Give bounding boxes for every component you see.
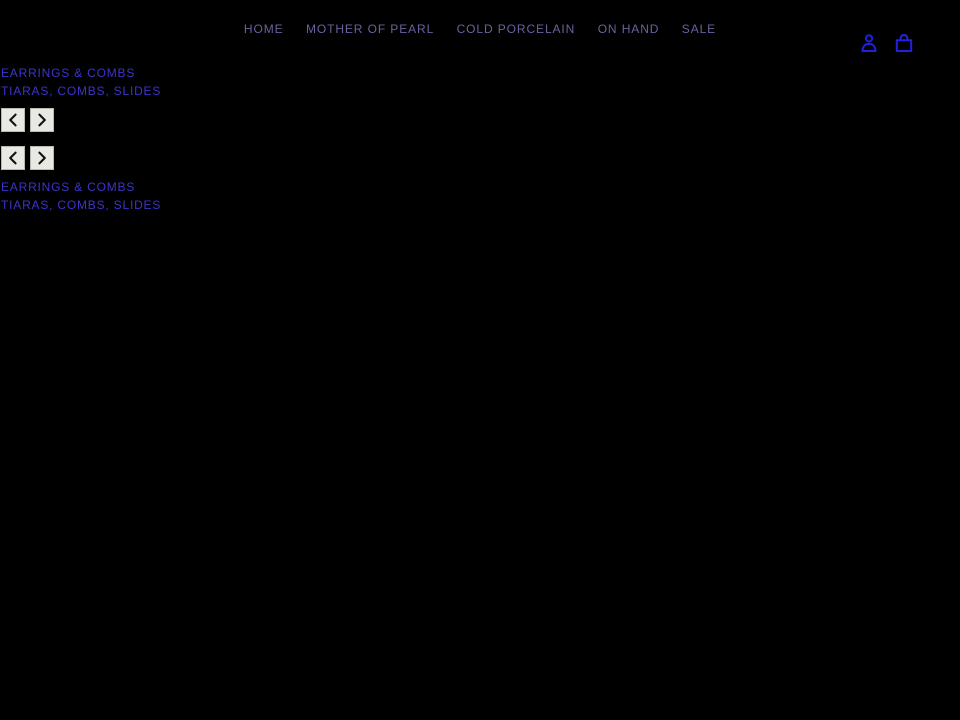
utility-icon-group	[859, 33, 914, 53]
category-link-tiaras-combs-slides[interactable]: TIARAS, COMBS, SLIDES	[0, 196, 480, 214]
carousel-controls-bottom	[0, 146, 480, 170]
main-content: EARRINGS & COMBS TIARAS, COMBS, SLIDES E…	[0, 64, 480, 214]
carousel-next-button[interactable]	[30, 108, 54, 132]
collection-block-top: EARRINGS & COMBS TIARAS, COMBS, SLIDES	[0, 64, 480, 132]
nav-item-mother-of-pearl[interactable]: MOTHER OF PEARL	[306, 23, 434, 35]
carousel-prev-button[interactable]	[1, 108, 25, 132]
collection-block-bottom: EARRINGS & COMBS TIARAS, COMBS, SLIDES	[0, 146, 480, 214]
carousel-next-button[interactable]	[30, 146, 54, 170]
nav-item-on-hand[interactable]: ON HAND	[598, 23, 660, 35]
nav-item-cold-porcelain[interactable]: COLD PORCELAIN	[457, 23, 576, 35]
account-icon[interactable]	[859, 33, 879, 53]
site-header: HOME MOTHER OF PEARL COLD PORCELAIN ON H…	[0, 0, 960, 62]
nav-item-home[interactable]: HOME	[244, 23, 284, 35]
carousel-controls-top	[0, 108, 480, 132]
category-link-earrings-and-combs[interactable]: EARRINGS & COMBS	[0, 178, 480, 196]
main-navigation: HOME MOTHER OF PEARL COLD PORCELAIN ON H…	[0, 23, 960, 39]
carousel-prev-button[interactable]	[1, 146, 25, 170]
category-link-earrings-and-combs[interactable]: EARRINGS & COMBS	[0, 64, 480, 82]
nav-item-sale[interactable]: SALE	[682, 23, 716, 35]
category-link-tiaras-combs-slides[interactable]: TIARAS, COMBS, SLIDES	[0, 82, 480, 100]
shopping-bag-icon[interactable]	[894, 33, 914, 53]
